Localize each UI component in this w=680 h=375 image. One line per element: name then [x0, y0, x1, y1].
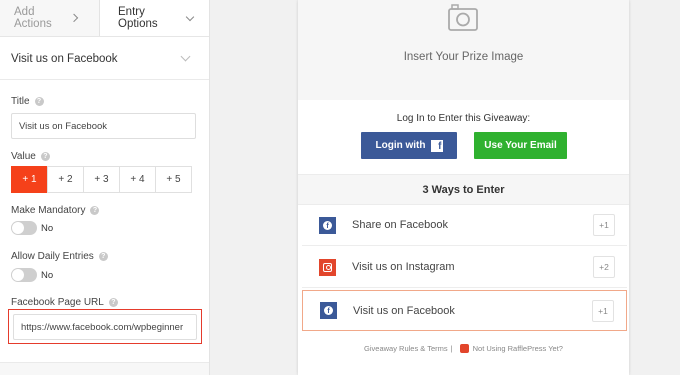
use-email-label: Use Your Email [484, 140, 557, 151]
panel-tabs: Add Actions Entry Options [0, 0, 209, 37]
value-option-4[interactable]: + 4 [119, 166, 156, 193]
login-with-facebook-button[interactable]: Login with f [361, 132, 457, 159]
panel-footer-strip [0, 362, 209, 375]
entry-label: Share on Facebook [352, 219, 449, 231]
ways-to-enter-heading: 3 Ways to Enter [298, 174, 629, 205]
preview-footer: Giveaway Rules & Terms | Not Using Raffl… [298, 344, 629, 353]
chevron-down-icon [185, 12, 195, 21]
mandatory-toggle[interactable] [11, 221, 37, 235]
rafflepress-logo-icon [459, 344, 469, 353]
help-icon[interactable]: ? [98, 252, 108, 261]
facebook-icon: f [430, 139, 443, 152]
camera-icon [448, 4, 478, 31]
entry-visit-instagram[interactable]: Visit us on Instagram +2 [302, 247, 627, 288]
daily-toggle-row: No [11, 268, 53, 282]
action-section-title: Visit us on Facebook [11, 52, 118, 65]
facebook-icon: f [320, 302, 337, 319]
value-option-1[interactable]: + 1 [11, 166, 48, 193]
value-option-3[interactable]: + 3 [83, 166, 120, 193]
entry-points: +1 [592, 299, 614, 322]
mandatory-toggle-state: No [41, 222, 54, 234]
entry-options-panel: Add Actions Entry Options Visit us on Fa… [0, 0, 210, 375]
mandatory-toggle-row: No [11, 221, 53, 235]
entry-label: Visit us on Instagram [352, 261, 455, 273]
action-section-header[interactable]: Visit us on Facebook [0, 38, 209, 80]
daily-entries-toggle[interactable] [11, 268, 37, 282]
entry-visit-facebook[interactable]: f Visit us on Facebook +1 [302, 290, 627, 331]
giveaway-preview-card: Insert Your Prize Image Log In to Enter … [298, 0, 629, 375]
help-icon[interactable]: ? [108, 298, 118, 307]
help-icon[interactable]: ? [90, 206, 100, 215]
value-label-text: Value [11, 151, 36, 162]
mandatory-label-text: Make Mandatory [11, 205, 86, 216]
footer-separator: | [450, 344, 453, 353]
help-icon[interactable]: ? [40, 152, 50, 161]
rafflepress-promo-link[interactable]: Not Using RafflePress Yet? [473, 344, 563, 353]
help-icon[interactable]: ? [34, 97, 44, 106]
entry-label: Visit us on Facebook [353, 304, 455, 317]
prize-image-placeholder[interactable]: Insert Your Prize Image [298, 0, 629, 100]
highlight-box [8, 309, 202, 344]
tab-entry-options-label: Entry Options [118, 6, 158, 30]
title-label-text: Title [11, 96, 30, 107]
prize-placeholder-text: Insert Your Prize Image [403, 51, 524, 63]
tab-add-actions[interactable]: Add Actions [0, 0, 100, 36]
daily-entries-label: Allow Daily Entries ? [11, 251, 108, 262]
entry-points: +2 [593, 256, 615, 278]
mandatory-label: Make Mandatory ? [11, 205, 100, 216]
entry-points: +1 [593, 214, 615, 236]
login-facebook-label: Login with [375, 140, 426, 151]
tab-add-actions-label: Add Actions [14, 6, 52, 30]
value-label: Value ? [11, 151, 50, 162]
use-email-button[interactable]: Use Your Email [474, 132, 567, 159]
value-option-5[interactable]: + 5 [155, 166, 192, 193]
collapse-chevron-icon[interactable] [180, 51, 191, 62]
title-input-value: Visit us on Facebook [19, 120, 108, 132]
instagram-icon [319, 258, 336, 276]
rules-link[interactable]: Giveaway Rules & Terms [364, 344, 448, 353]
daily-entries-toggle-state: No [41, 269, 54, 281]
title-label: Title ? [11, 96, 44, 107]
tab-entry-options[interactable]: Entry Options [100, 0, 209, 36]
title-input[interactable]: Visit us on Facebook [11, 113, 196, 139]
value-option-2[interactable]: + 2 [47, 166, 84, 193]
facebook-icon: f [319, 216, 336, 234]
facebook-url-label: Facebook Page URL ? [11, 297, 118, 308]
daily-entries-label-text: Allow Daily Entries [11, 251, 94, 262]
facebook-url-label-text: Facebook Page URL [11, 297, 104, 308]
value-selector: + 1 + 2 + 3 + 4 + 5 [11, 166, 192, 193]
login-prompt: Log In to Enter this Giveaway: [396, 113, 531, 124]
entry-share-facebook[interactable]: f Share on Facebook +1 [302, 205, 627, 246]
